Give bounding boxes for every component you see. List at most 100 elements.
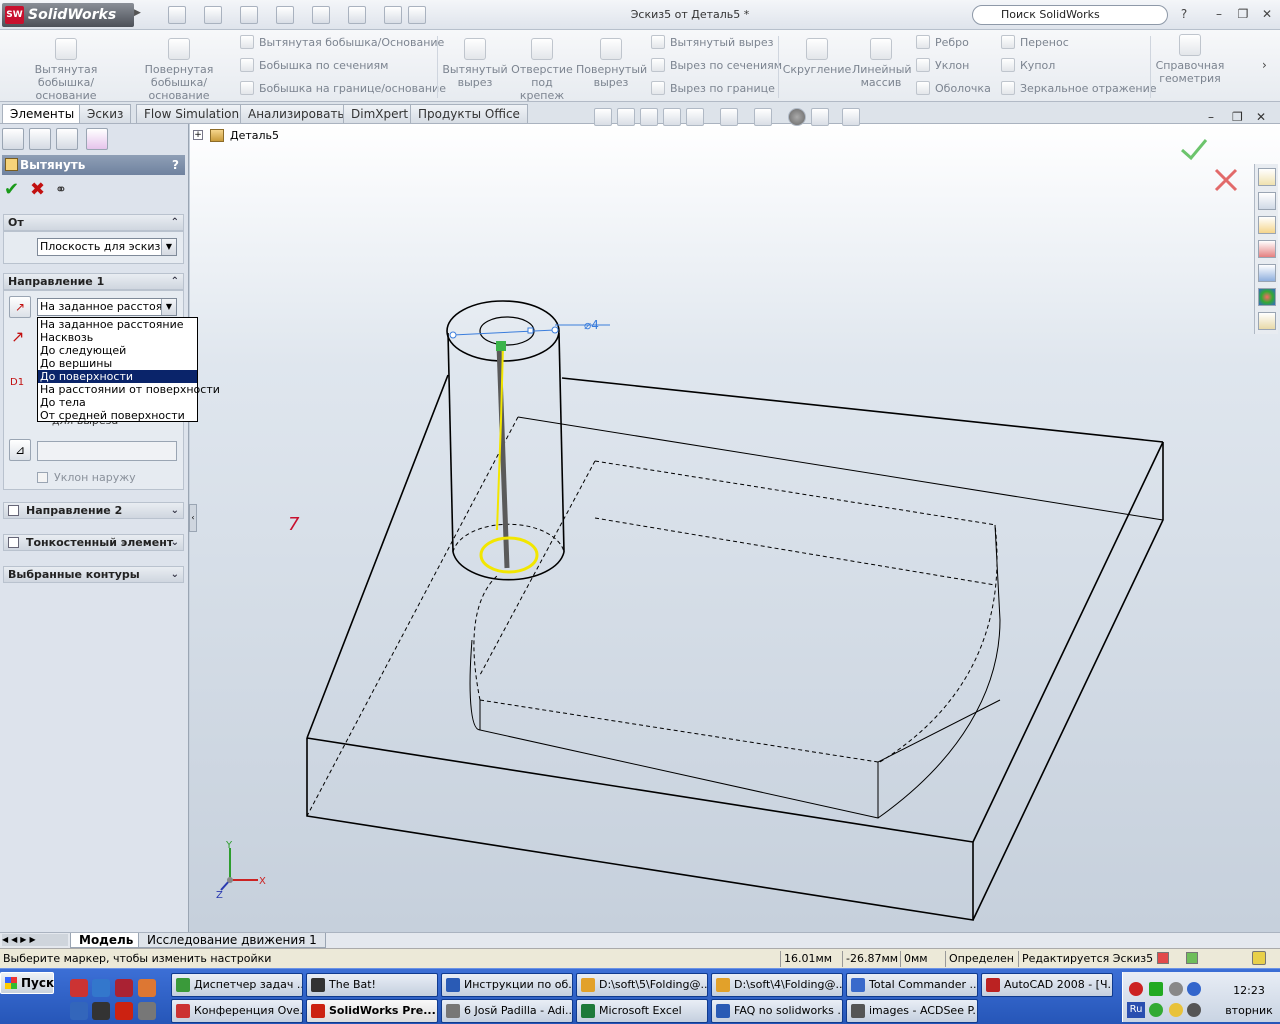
close-button[interactable]: ✕ [1260,8,1274,20]
tray-antivirus-icon[interactable] [1129,982,1143,996]
tray-network-icon[interactable] [1149,982,1163,996]
swept-boss-button[interactable]: Вытянутая бобышка/Основание [240,34,444,52]
reverse-direction-icon[interactable]: ↗ [9,296,31,318]
tab-evaluate[interactable]: Анализировать [240,104,353,123]
lofted-boss-button[interactable]: Бобышка по сечениям [240,57,388,75]
section-view-icon[interactable] [663,108,681,126]
draft-angle-input[interactable] [37,441,177,461]
apply-scene-icon[interactable] [811,108,829,126]
clock-time[interactable]: 12:23 [1219,984,1279,997]
revolved-cut-button[interactable]: Повернутый вырез [576,30,647,100]
quick-launch-antivirus-icon[interactable] [70,979,88,997]
boundary-cut-button[interactable]: Вырез по границе [651,80,775,98]
boundary-boss-button[interactable]: Бобышка на границе/основание [240,80,446,98]
zoom-to-fit-icon[interactable] [594,108,612,126]
end-condition-option[interactable]: Насквозь [38,331,197,344]
restore-button[interactable]: ❐ [1236,8,1250,20]
taskbar-the-bat[interactable]: The Bat! [306,973,438,997]
extruded-cut-button[interactable]: Вытянутый вырез [442,30,508,100]
direction-arrow-icon[interactable]: ↗ [11,327,24,346]
quick-launch-browser-icon[interactable] [92,979,110,997]
end-condition-option[interactable]: До вершины [38,357,197,370]
viewport-close-button[interactable]: ✕ [1256,110,1266,124]
taskbar-task-manager[interactable]: Диспетчер задач ... [171,973,303,997]
direction1-group-header[interactable]: Направление 1 ⌃ [3,273,184,290]
selected-contours-group-header[interactable]: Выбранные контуры ⌄ [3,566,184,583]
design-library-icon[interactable] [1258,192,1276,210]
direction2-group-header[interactable]: Направление 2 ⌄ [3,502,184,519]
fillet-button[interactable]: Скругление [782,30,852,100]
solidworks-logo[interactable]: SW SolidWorks [2,3,134,27]
zoom-to-area-icon[interactable] [617,108,635,126]
feature-tree-root[interactable]: Деталь5 [230,129,279,142]
print-icon[interactable] [276,6,294,24]
view-palette-icon[interactable] [1258,264,1276,282]
graphics-area[interactable]: ⌀4 7 Y X Z + Деталь5 – ❐ ✕ [190,110,1280,932]
end-condition-option-selected[interactable]: До поверхности [38,370,197,383]
quick-launch-game-icon[interactable] [138,979,156,997]
model-view[interactable]: ⌀4 7 Y X Z [190,124,1280,932]
select-cursor-icon[interactable] [348,6,366,24]
rebuild-icon[interactable] [384,6,402,24]
search-input[interactable]: Поиск SolidWorks [972,5,1168,25]
file-explorer-icon[interactable] [1258,216,1276,234]
appearances-icon[interactable] [1258,288,1276,306]
taskbar-conference[interactable]: Конференция Ove... [171,999,303,1023]
tab-motion-study[interactable]: Исследование движения 1 [138,933,326,948]
tray-volume-icon[interactable] [1169,982,1183,996]
dimension-label[interactable]: ⌀4 [584,318,599,332]
open-document-icon[interactable] [204,6,222,24]
display-style-icon[interactable] [720,108,738,126]
cancel-icon[interactable]: ✖ [30,181,45,199]
start-button[interactable]: Пуск [0,972,54,994]
from-dropdown[interactable]: Плоскость для эскиза ▼ [37,238,177,256]
save-icon[interactable] [240,6,258,24]
linear-pattern-button[interactable]: Линейный массив [852,30,912,100]
options-icon[interactable] [408,6,426,24]
taskbar-folder-5[interactable]: D:\soft\5\Folding@... [576,973,708,997]
tab-sketch[interactable]: Эскиз [79,104,132,123]
hole-wizard-button[interactable]: Отверстие под крепеж [510,30,574,102]
viewport-minimize-button[interactable]: – [1208,110,1214,124]
taskbar-solidworks[interactable]: SolidWorks Pre... [306,999,438,1023]
revolved-boss-button[interactable]: Повернутая бобышка/основание [126,30,232,102]
scroll-right-icon[interactable]: › [1262,58,1267,72]
previous-view-icon[interactable] [640,108,658,126]
units-icon[interactable] [1186,952,1198,964]
end-condition-option[interactable]: На расстоянии от поверхности [38,383,220,396]
preview-glasses-icon[interactable]: ⚭ [55,182,67,198]
minimize-button[interactable]: – [1212,8,1226,20]
language-indicator[interactable]: Ru [1127,1002,1145,1018]
edit-appearance-icon[interactable] [788,108,806,126]
end-condition-option[interactable]: До следующей [38,344,197,357]
feature-manager-icon[interactable] [2,128,24,150]
tree-expand-icon[interactable]: + [193,130,203,140]
quick-launch-save-icon[interactable] [70,1002,88,1020]
quick-launch-tools-icon[interactable] [138,1002,156,1020]
undo-icon[interactable] [312,6,330,24]
wrap-button[interactable]: Перенос [1001,34,1069,52]
tab-features[interactable]: Элементы [2,104,83,123]
reference-geometry-button[interactable]: Справочная геометрия [1155,30,1225,100]
tab-model[interactable]: Модель [70,933,143,948]
draft-button[interactable]: Уклон [916,57,969,75]
view-orientation-icon[interactable] [686,108,704,126]
tray-app-icon[interactable] [1169,1003,1183,1017]
hide-show-items-icon[interactable] [754,108,772,126]
help-button[interactable]: ? [1177,8,1191,20]
taskbar-excel[interactable]: Microsoft Excel [576,999,708,1023]
search-results-icon[interactable] [1258,240,1276,258]
quick-launch-app-icon[interactable] [115,979,133,997]
taskbar-music[interactable]: 6 Josй Padilla - Adi... [441,999,573,1023]
quick-tips-icon[interactable] [1252,951,1266,965]
thin-feature-checkbox[interactable] [8,537,19,548]
tab-dimxpert[interactable]: DimXpert [343,104,417,123]
quick-launch-settings-icon[interactable] [92,1002,110,1020]
taskbar-instructions[interactable]: Инструкции по об... [441,973,573,997]
taskbar-autocad[interactable]: AutoCAD 2008 - [Ч... [981,973,1113,997]
tab-scroll-arrows-icon[interactable]: ◀◀▶▶ [2,934,68,946]
tray-update-icon[interactable] [1187,982,1201,996]
end-condition-option[interactable]: На заданное расстояние [38,318,197,331]
lofted-cut-button[interactable]: Вырез по сечениям [651,57,782,75]
tray-app-icon[interactable] [1149,1003,1163,1017]
